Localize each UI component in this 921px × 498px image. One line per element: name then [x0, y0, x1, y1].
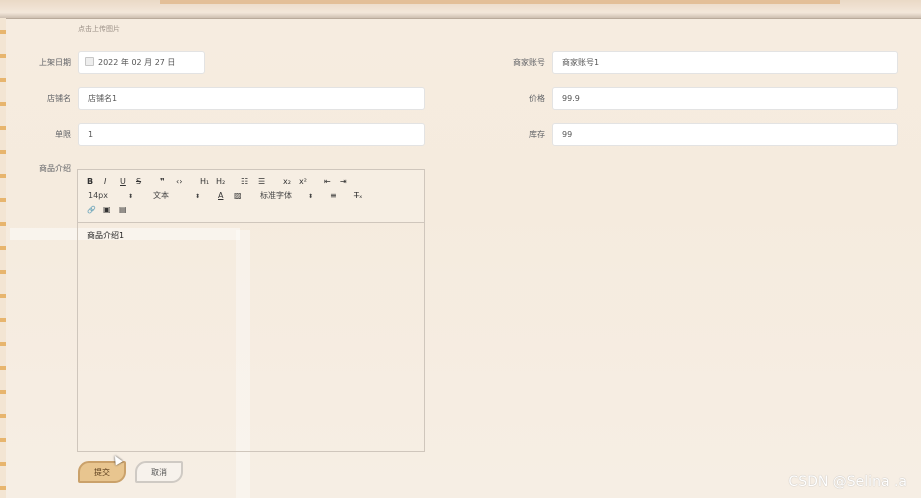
bold-button[interactable]: B	[87, 177, 93, 187]
chevron-updown-icon: ⬍	[128, 193, 134, 200]
subscript-button[interactable]: x₂	[283, 177, 291, 187]
font-size-select[interactable]: 14px ⬍	[88, 191, 133, 202]
image-button[interactable]: ▣	[103, 205, 111, 215]
indent-decrease-button[interactable]: ⇤	[324, 177, 331, 187]
merchant-account-label: 商家账号	[513, 58, 545, 67]
background-color-button[interactable]: ▨	[234, 191, 242, 201]
shelf-date-label: 上架日期	[39, 58, 71, 67]
chevron-updown-icon: ⬍	[195, 193, 201, 200]
shelf-date-value: 2022 年 02 月 27 日	[98, 58, 176, 67]
submit-button[interactable]: 提交	[78, 461, 126, 483]
stock-label: 库存	[529, 130, 545, 139]
purchase-limit-input[interactable]: 1	[78, 123, 425, 146]
calendar-icon	[85, 57, 94, 66]
purchase-limit-label: 单限	[55, 130, 71, 139]
clear-format-button[interactable]: T̶ₓ	[354, 191, 362, 201]
shop-name-label: 店铺名	[47, 94, 71, 103]
align-button[interactable]: ≡	[330, 191, 337, 201]
editor-content[interactable]: 商品介绍1	[87, 230, 124, 241]
top-banner-stripe	[160, 0, 840, 4]
strike-button[interactable]: S	[136, 177, 141, 187]
code-block-button[interactable]: ‹›	[176, 177, 182, 187]
header2-button[interactable]: H₂	[216, 177, 225, 187]
indent-increase-button[interactable]: ⇥	[340, 177, 347, 187]
price-label: 价格	[529, 94, 545, 103]
price-input[interactable]: 99.9	[552, 87, 898, 110]
watermark: CSDN @Selina .a	[788, 474, 907, 490]
chevron-updown-icon: ⬍	[308, 193, 314, 200]
editor-toolbar: B I U S ❞ ‹› H₁ H₂ ☷ ☰ x₂ x² ⇤ ⇥ 14px ⬍ 文…	[78, 170, 424, 223]
text-style-value: 文本	[153, 191, 169, 200]
font-size-value: 14px	[88, 191, 108, 200]
merchant-account-input[interactable]: 商家账号1	[552, 51, 898, 74]
text-style-select[interactable]: 文本 ⬍	[153, 191, 200, 202]
bullet-list-button[interactable]: ☰	[258, 177, 265, 187]
cancel-button[interactable]: 取消	[135, 461, 183, 483]
blockquote-button[interactable]: ❞	[160, 177, 165, 187]
description-label: 商品介绍	[39, 164, 71, 173]
font-color-button[interactable]: A	[218, 191, 223, 201]
left-decoration	[0, 18, 6, 498]
top-banner	[0, 0, 921, 19]
video-button[interactable]: ▤	[119, 205, 127, 215]
font-family-value: 标准字体	[260, 191, 292, 200]
shop-name-input[interactable]: 店铺名1	[78, 87, 425, 110]
ordered-list-button[interactable]: ☷	[241, 177, 248, 187]
superscript-button[interactable]: x²	[299, 177, 307, 187]
underline-button[interactable]: U	[120, 177, 126, 187]
header1-button[interactable]: H₁	[200, 177, 209, 187]
shelf-date-picker[interactable]: 2022 年 02 月 27 日	[78, 51, 205, 74]
stock-input[interactable]: 99	[552, 123, 898, 146]
font-family-select[interactable]: 标准字体 ⬍	[260, 191, 313, 202]
rich-text-editor[interactable]: B I U S ❞ ‹› H₁ H₂ ☷ ☰ x₂ x² ⇤ ⇥ 14px ⬍ 文…	[77, 169, 425, 452]
italic-button[interactable]: I	[104, 177, 106, 187]
upload-hint[interactable]: 点击上传图片	[78, 24, 120, 34]
link-button[interactable]: 🔗	[87, 205, 96, 215]
